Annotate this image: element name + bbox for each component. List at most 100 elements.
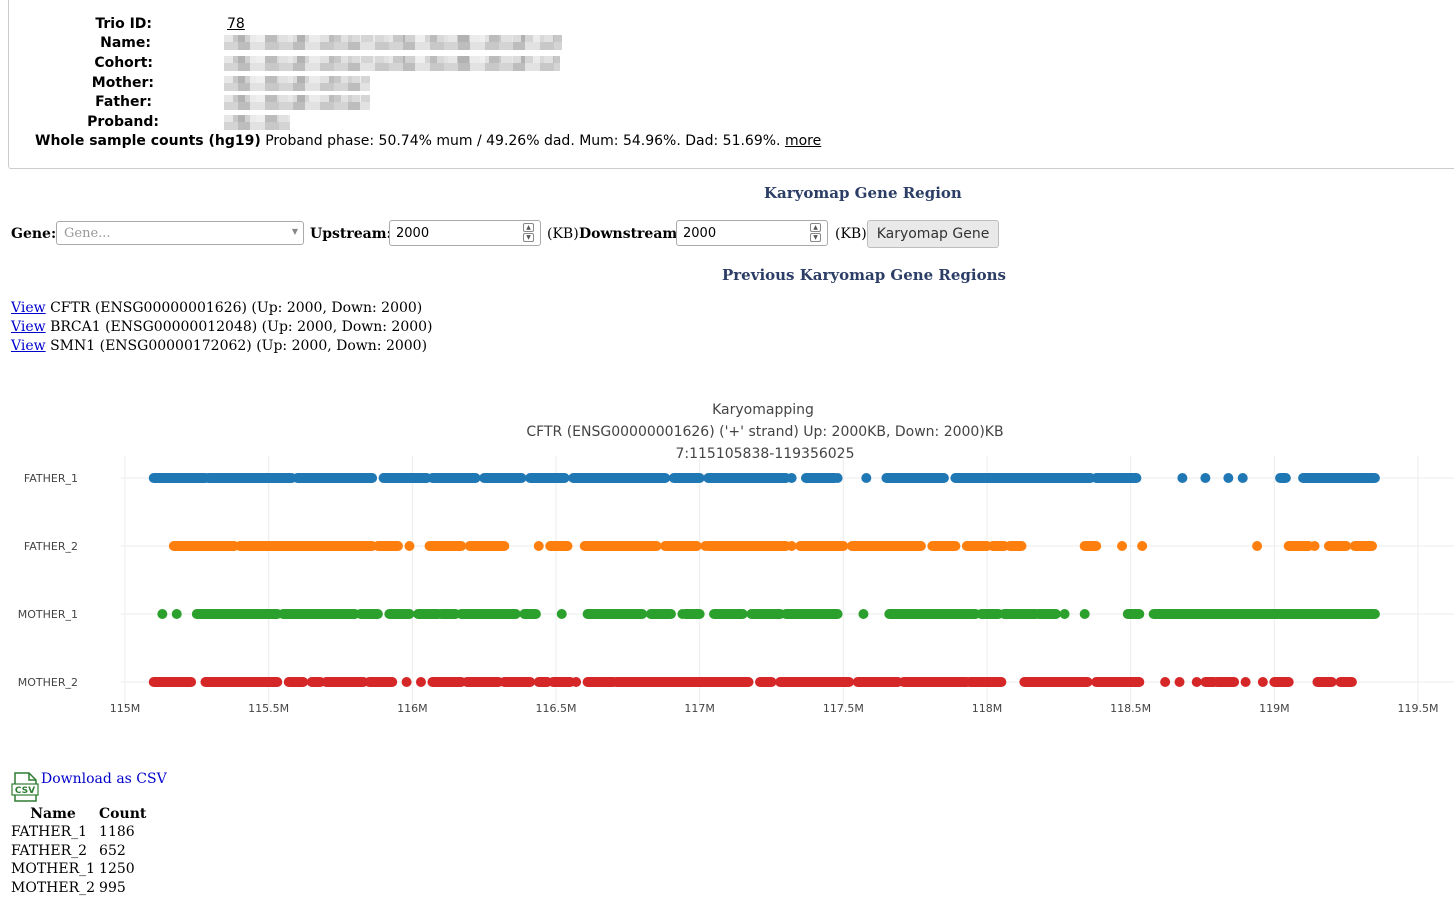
- data-point: [1117, 541, 1128, 551]
- data-point-run: [1091, 473, 1142, 483]
- csv-icon-text: CSV: [15, 786, 35, 796]
- spin-up-icon[interactable]: ▲: [810, 223, 821, 232]
- spin-down-icon[interactable]: ▼: [523, 233, 534, 242]
- csv-file-icon[interactable]: CSV: [11, 772, 39, 802]
- x-tick-label: 117.5M: [823, 702, 864, 715]
- data-point-run: [525, 473, 570, 483]
- data-point-run: [168, 541, 240, 551]
- data-point-run: [1148, 609, 1380, 619]
- row-name: FATHER_1: [11, 824, 88, 841]
- table-row: FATHER_2 652: [11, 842, 150, 861]
- trio-id-link[interactable]: 78: [227, 16, 245, 32]
- row-name: FATHER_2: [11, 842, 88, 859]
- data-point: [1223, 473, 1234, 483]
- trio-id-value[interactable]: 78: [227, 16, 245, 32]
- count-column-header: Count: [99, 806, 147, 822]
- previous-region-text: BRCA1 (ENSG00000012048) (Up: 2000, Down:…: [50, 319, 433, 335]
- data-point-run: [372, 541, 403, 551]
- data-point: [1237, 473, 1248, 483]
- data-point-run: [1275, 473, 1291, 483]
- data-point-run: [846, 541, 926, 551]
- mother-redacted: [224, 76, 370, 91]
- cohort-label: Cohort:: [94, 55, 153, 71]
- data-point: [1252, 541, 1263, 551]
- data-point: [1059, 609, 1070, 619]
- data-point-run: [464, 541, 510, 551]
- x-tick-label: 117M: [684, 702, 715, 715]
- row-count: 995: [99, 879, 126, 896]
- y-tick-label: MOTHER_1: [18, 608, 78, 621]
- x-axis: 115M 115.5M 116M 116.5M 117M 117.5M 118M 118.5M…: [110, 702, 1439, 715]
- data-point-run: [234, 541, 378, 551]
- table-row: FATHER_1 1186: [11, 823, 150, 842]
- data-point-run: [148, 677, 197, 687]
- data-point-run: [645, 609, 676, 619]
- data-point-run: [703, 541, 791, 551]
- gene-placeholder: Gene...: [64, 226, 111, 241]
- data-point-run: [660, 541, 702, 551]
- data-point-run: [148, 473, 211, 483]
- data-point-run: [780, 609, 843, 619]
- karyomap-gene-button[interactable]: Karyomap Gene: [867, 220, 999, 248]
- chart-title: Karyomapping: [712, 402, 814, 418]
- data-point: [858, 609, 869, 619]
- data-point: [404, 541, 415, 551]
- karyomapping-chart[interactable]: Karyomapping CFTR (ENSG00000001626) ('+'…: [0, 390, 1454, 730]
- x-tick-label: 116.5M: [536, 702, 577, 715]
- data-point-run: [545, 541, 573, 551]
- data-point-run: [1019, 677, 1093, 687]
- data-point-run: [881, 473, 949, 483]
- data-point-run: [709, 609, 748, 619]
- x-tick-label: 115M: [110, 702, 141, 715]
- data-point: [1200, 473, 1211, 483]
- previous-region-item: View SMN1 (ENSG00000172062) (Up: 2000, D…: [11, 338, 427, 354]
- data-point: [1174, 677, 1185, 687]
- data-point-run: [292, 473, 378, 483]
- data-point-run: [283, 677, 309, 687]
- name-column-header: Name: [30, 806, 76, 822]
- view-link[interactable]: View: [11, 319, 46, 335]
- data-point-run: [456, 609, 521, 619]
- data-point: [571, 677, 582, 687]
- upstream-stepper[interactable]: ▲ ▼: [523, 223, 534, 243]
- spin-up-icon[interactable]: ▲: [523, 223, 534, 232]
- view-link[interactable]: View: [11, 338, 46, 354]
- data-point-run: [746, 609, 786, 619]
- data-point-run: [884, 609, 981, 619]
- table-row: MOTHER_1 1250: [11, 860, 150, 879]
- view-link[interactable]: View: [11, 300, 46, 316]
- spin-down-icon[interactable]: ▼: [810, 233, 821, 242]
- downstream-stepper[interactable]: ▲ ▼: [810, 223, 821, 243]
- data-point-run: [424, 541, 467, 551]
- row-count: 1250: [99, 861, 135, 878]
- data-point-run: [321, 677, 369, 687]
- whole-sample-text: Proband phase: 50.74% mum / 49.26% dad. …: [265, 133, 781, 149]
- chart-subtitle: CFTR (ENSG00000001626) ('+' strand) Up: …: [526, 424, 1003, 440]
- data-point: [171, 609, 182, 619]
- data-point-run: [203, 473, 297, 483]
- data-point-run: [611, 677, 754, 687]
- proband-redacted: [224, 115, 290, 130]
- data-point-run: [1211, 677, 1240, 687]
- y-tick-label: FATHER_1: [24, 472, 78, 485]
- x-tick-label: 119.5M: [1398, 702, 1439, 715]
- upstream-input[interactable]: 2000 ▲ ▼: [389, 220, 541, 246]
- data-point: [861, 473, 872, 483]
- data-point-run: [378, 473, 432, 483]
- data-point-run: [499, 677, 536, 687]
- downstream-label: Downstream:: [579, 226, 683, 242]
- row-name: MOTHER_1: [11, 861, 96, 878]
- data-point: [700, 541, 711, 551]
- data-point-run: [427, 677, 467, 687]
- data-point: [1177, 473, 1188, 483]
- more-link[interactable]: more: [785, 133, 821, 149]
- data-point-run: [1004, 541, 1027, 551]
- data-point: [533, 541, 544, 551]
- data-point: [1191, 677, 1202, 687]
- chevron-down-icon: ▼: [291, 227, 298, 236]
- download-csv-link[interactable]: Download as CSV: [41, 771, 167, 787]
- downstream-input[interactable]: 2000 ▲ ▼: [676, 220, 828, 246]
- data-point-run: [898, 677, 972, 687]
- data-point-run: [1079, 541, 1102, 551]
- gene-select[interactable]: Gene... ▼: [56, 221, 304, 245]
